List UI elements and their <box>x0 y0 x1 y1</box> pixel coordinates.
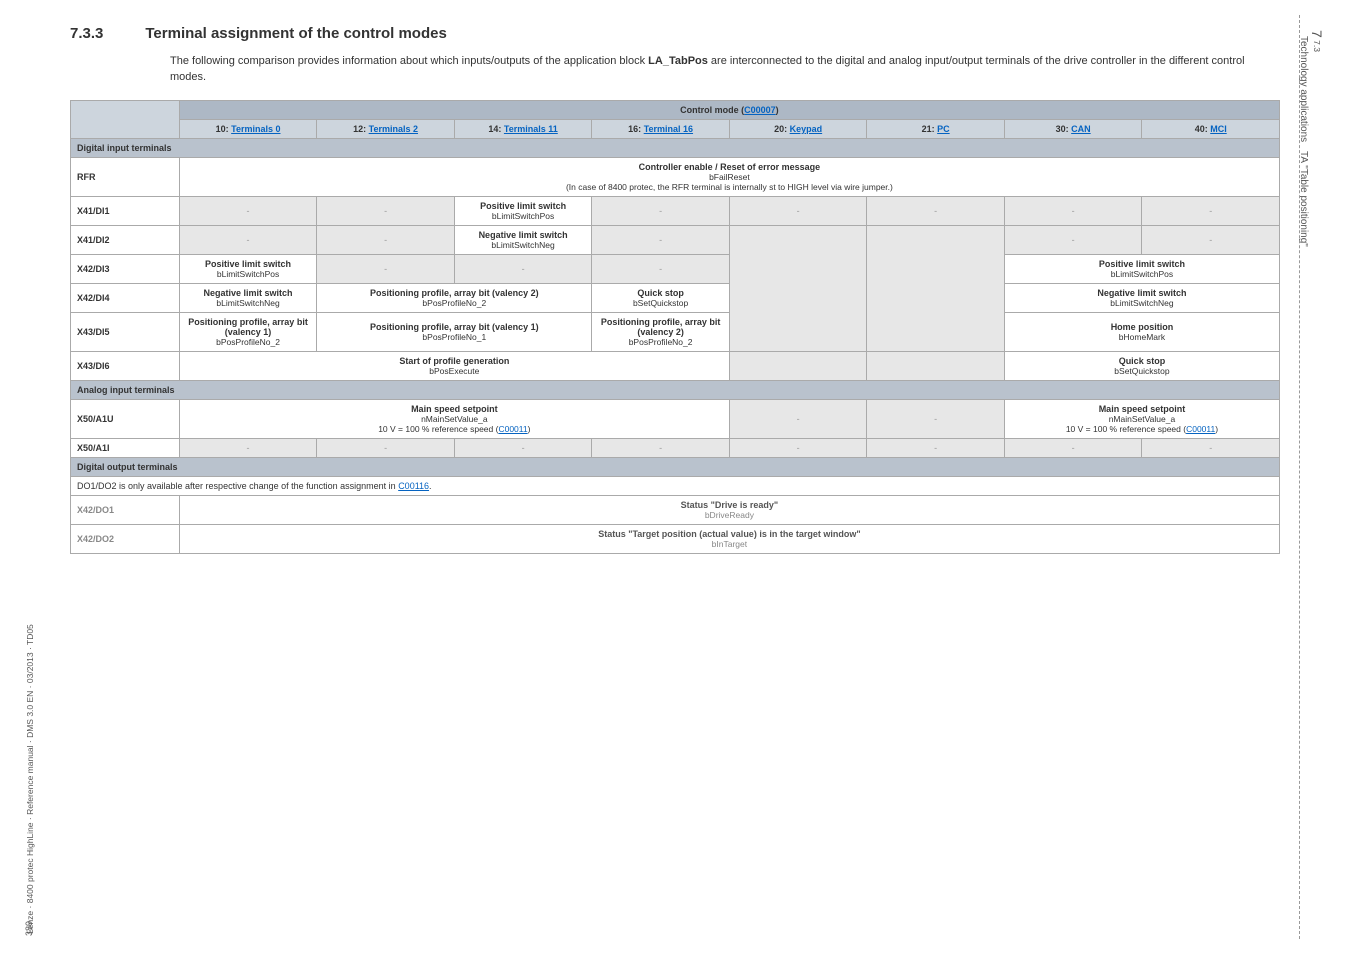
row-di2: X41/DI2 - - Negative limit switchbLimitS… <box>71 225 1280 254</box>
main-content: 7.3.3 Terminal assignment of the control… <box>70 25 1280 554</box>
table-header-modes: 10: Terminals 0 12: Terminals 2 14: Term… <box>71 119 1280 138</box>
row-di6: X43/DI6 Start of profile generationbPosE… <box>71 351 1280 380</box>
link-c00011-right[interactable]: C00011 <box>1186 424 1215 434</box>
row-dout-note: DO1/DO2 is only available after respecti… <box>71 476 1280 495</box>
link-terminals0[interactable]: Terminals 0 <box>231 124 280 134</box>
link-terminal16[interactable]: Terminal 16 <box>644 124 693 134</box>
row-do1: X42/DO1 Status "Drive is ready"bDriveRea… <box>71 495 1280 524</box>
row-a1i: X50/A1I -------- <box>71 438 1280 457</box>
sidebar-right-chapter: 7 7.3 Technology applications TA "Table … <box>1297 30 1325 246</box>
row-di5: X43/DI5 Positioning profile, array bit (… <box>71 312 1280 351</box>
row-di1: X41/DI1 - - Positive limit switchbLimitS… <box>71 196 1280 225</box>
section-title: Terminal assignment of the control modes <box>145 25 446 42</box>
intro-paragraph: The following comparison provides inform… <box>170 54 1280 86</box>
page-number: 389 <box>24 921 34 936</box>
sidebar-left-credits: Lenze · 8400 protec HighLine · Reference… <box>25 20 37 934</box>
link-keypad[interactable]: Keypad <box>790 124 823 134</box>
link-terminals2[interactable]: Terminals 2 <box>369 124 418 134</box>
row-a1u: X50/A1U Main speed setpoint nMainSetValu… <box>71 399 1280 438</box>
link-can[interactable]: CAN <box>1071 124 1091 134</box>
row-do2: X42/DO2 Status "Target position (actual … <box>71 524 1280 553</box>
link-mci[interactable]: MCI <box>1210 124 1227 134</box>
section-heading: 7.3.3 Terminal assignment of the control… <box>70 25 1280 42</box>
chapter-sub: 7.3 <box>1312 40 1322 52</box>
row-di4: X42/DI4 Negative limit switchbLimitSwitc… <box>71 283 1280 312</box>
section-digital-output: Digital output terminals <box>71 457 1280 476</box>
section-number: 7.3.3 <box>70 25 103 42</box>
link-c00116[interactable]: C00116 <box>398 481 429 491</box>
row-rfr: RFR Controller enable / Reset of error m… <box>71 157 1280 196</box>
link-c00011-left[interactable]: C00011 <box>498 424 527 434</box>
chapter-number: 7 <box>1309 30 1325 38</box>
table-header-control-mode: Control mode (C00007) <box>71 100 1280 119</box>
row-di3: X42/DI3 Positive limit switchbLimitSwitc… <box>71 254 1280 283</box>
link-c00007[interactable]: C00007 <box>744 105 776 115</box>
terminal-assignment-table: Control mode (C00007) 10: Terminals 0 12… <box>70 100 1280 554</box>
section-digital-input: Digital input terminals <box>71 138 1280 157</box>
section-analog-input: Analog input terminals <box>71 380 1280 399</box>
link-pc[interactable]: PC <box>937 124 950 134</box>
vertical-dash <box>1299 15 1300 939</box>
link-terminals11[interactable]: Terminals 11 <box>504 124 558 134</box>
